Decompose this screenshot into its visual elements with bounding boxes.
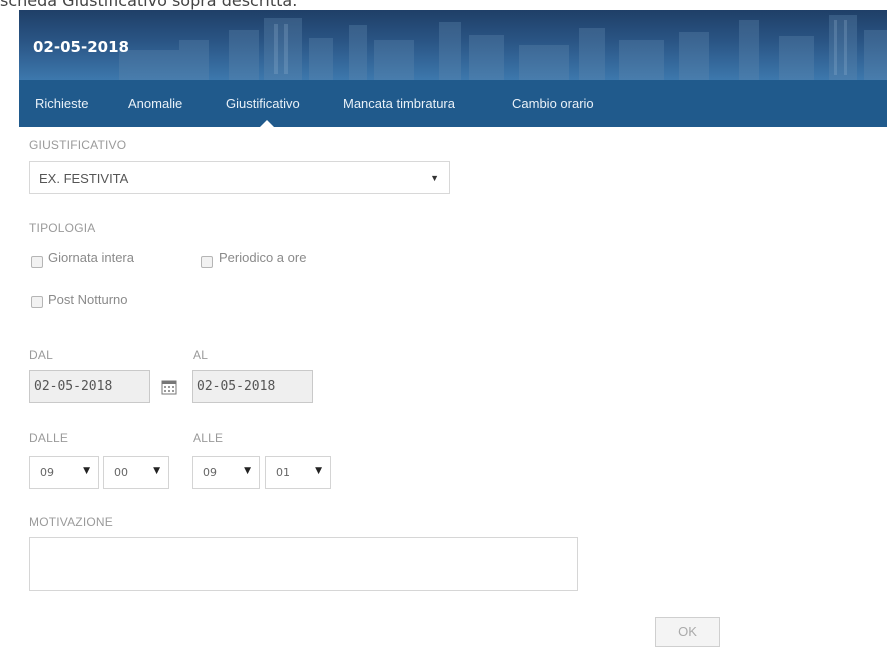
al-date-value: 02-05-2018 xyxy=(197,379,276,394)
motivazione-textarea[interactable] xyxy=(29,537,578,591)
al-date-input[interactable]: 02-05-2018 xyxy=(192,370,313,403)
tab-richieste[interactable]: Richieste xyxy=(35,96,88,111)
dalle-minute-select[interactable]: 00 ▼ xyxy=(103,456,169,489)
dalle-hour-select[interactable]: 09 ▼ xyxy=(29,456,99,489)
al-label: AL xyxy=(193,348,209,362)
tab-giustificativo[interactable]: Giustificativo xyxy=(226,96,300,111)
dal-date-input[interactable]: 02-05-2018 xyxy=(29,370,150,403)
tipologia-label: TIPOLOGIA xyxy=(29,221,96,235)
caret-down-icon: ▼ xyxy=(430,173,439,183)
post-notturno-checkbox[interactable] xyxy=(31,296,43,308)
dal-date-value: 02-05-2018 xyxy=(34,379,113,394)
alle-hour-value: 09 xyxy=(203,466,217,479)
dalle-minute-value: 00 xyxy=(114,466,128,479)
dal-label: DAL xyxy=(29,348,53,362)
giornata-intera-label: Giornata intera xyxy=(48,250,134,265)
giustificativo-select[interactable]: EX. FESTIVITA ▼ xyxy=(29,161,450,194)
caret-down-icon: ▼ xyxy=(244,466,251,476)
dalle-hour-value: 09 xyxy=(40,466,54,479)
city-skyline-image xyxy=(119,15,887,80)
motivazione-label: MOTIVAZIONE xyxy=(29,515,113,529)
dalle-label: DALLE xyxy=(29,431,69,445)
alle-minute-value: 01 xyxy=(276,466,290,479)
giustificativo-value: EX. FESTIVITA xyxy=(39,171,129,186)
page-caption: scheda Giustificativo sopra descritta. xyxy=(0,0,298,10)
tab-anomalie[interactable]: Anomalie xyxy=(128,96,182,111)
giustificativo-label: GIUSTIFICATIVO xyxy=(29,138,127,152)
periodico-a-ore-checkbox[interactable] xyxy=(201,256,213,268)
tab-mancata-timbratura[interactable]: Mancata timbratura xyxy=(343,96,455,111)
alle-label: ALLE xyxy=(193,431,224,445)
post-notturno-label: Post Notturno xyxy=(48,292,128,307)
giornata-intera-checkbox[interactable] xyxy=(31,256,43,268)
caret-down-icon: ▼ xyxy=(153,466,160,476)
date-title: 02-05-2018 xyxy=(33,38,129,56)
caret-down-icon: ▼ xyxy=(315,466,322,476)
periodico-a-ore-label: Periodico a ore xyxy=(219,250,307,265)
active-tab-indicator xyxy=(259,120,275,128)
alle-hour-select[interactable]: 09 ▼ xyxy=(192,456,260,489)
alle-minute-select[interactable]: 01 ▼ xyxy=(265,456,331,489)
header-banner: 02-05-2018 xyxy=(19,10,887,80)
tab-cambio-orario[interactable]: Cambio orario xyxy=(512,96,594,111)
calendar-icon[interactable] xyxy=(161,379,177,395)
caret-down-icon: ▼ xyxy=(83,466,90,476)
